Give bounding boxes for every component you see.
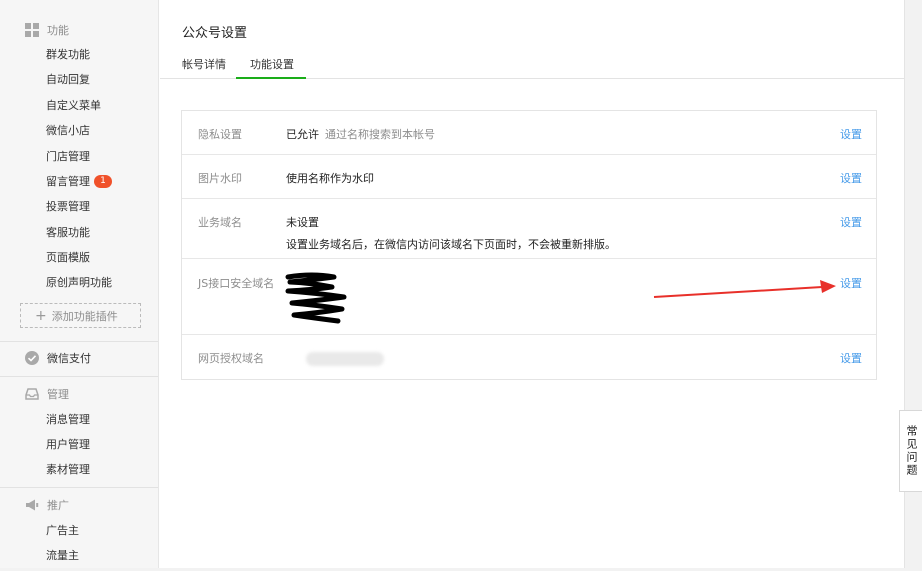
active-tab-indicator (236, 77, 306, 79)
tab-account-details[interactable]: 帐号详情 (182, 56, 226, 72)
privacy-settings-link[interactable]: 设置 (840, 126, 862, 142)
add-plugin-button[interactable]: + 添加功能插件 (20, 303, 141, 328)
row-label: JS接口安全域名 (198, 277, 275, 290)
plus-icon: + (35, 307, 47, 324)
main-content: 公众号设置 帐号详情 功能设置 隐私设置 已允许 通过名称搜索到本帐号 设置 图片… (160, 0, 904, 568)
sidebar-item-voting[interactable]: 投票管理 (46, 196, 90, 216)
row-label: 图片水印 (198, 172, 242, 185)
page-title: 公众号设置 (182, 26, 248, 41)
row-value: 已允许 通过名称搜索到本帐号 (286, 128, 435, 141)
sidebar-item-wechat-store[interactable]: 微信小店 (46, 120, 90, 140)
redaction-blur (306, 352, 384, 366)
sidebar-item-customer-service[interactable]: 客服功能 (46, 222, 90, 242)
sidebar-group-management: 管理 (0, 383, 158, 405)
faq-tab[interactable]: 常见问题 (899, 410, 922, 492)
sidebar-item-comments[interactable]: 留言管理 1 (46, 171, 112, 191)
sidebar-item-users[interactable]: 用户管理 (46, 434, 90, 454)
settings-row-business-domain: 业务域名 未设置 设置业务域名后，在微信内访问该域名下页面时，不会被重新排版。 … (182, 199, 876, 259)
sidebar-group-promotion: 推广 (0, 494, 158, 516)
row-value: 未设置 设置业务域名后，在微信内访问该域名下页面时，不会被重新排版。 (286, 216, 616, 251)
row-label: 业务域名 (198, 216, 242, 229)
sidebar-item-advertiser[interactable]: 广告主 (46, 520, 79, 540)
sidebar-group-features: 功能 (0, 19, 158, 41)
sidebar-divider (0, 487, 158, 488)
settings-table: 隐私设置 已允许 通过名称搜索到本帐号 设置 图片水印 使用名称作为水印 设置 业… (181, 110, 877, 380)
notification-badge: 1 (94, 174, 112, 188)
megaphone-icon (25, 498, 39, 512)
row-value: 使用名称作为水印 (286, 172, 374, 185)
sidebar-divider (0, 376, 158, 377)
annotation-arrow (653, 280, 836, 298)
settings-row-watermark: 图片水印 使用名称作为水印 设置 (182, 155, 876, 199)
js-domain-settings-link[interactable]: 设置 (840, 275, 862, 291)
row-label: 隐私设置 (198, 128, 242, 141)
settings-row-oauth-domain: 网页授权域名 设置 (182, 335, 876, 379)
inbox-icon (25, 387, 39, 401)
redaction-scribble (285, 272, 347, 324)
sidebar-item-mass-send[interactable]: 群发功能 (46, 44, 90, 64)
sidebar-item-materials[interactable]: 素材管理 (46, 459, 90, 479)
row-description: 设置业务域名后，在微信内访问该域名下页面时，不会被重新排版。 (286, 238, 616, 251)
row-hint: 通过名称搜索到本帐号 (325, 128, 435, 141)
sidebar-item-original-declaration[interactable]: 原创声明功能 (46, 272, 112, 292)
business-domain-settings-link[interactable]: 设置 (840, 214, 862, 230)
sidebar-item-messages[interactable]: 消息管理 (46, 409, 90, 429)
wechat-pay-icon (25, 351, 39, 365)
sidebar-item-wechat-pay[interactable]: 微信支付 (0, 347, 158, 369)
sidebar-item-store-management[interactable]: 门店管理 (46, 146, 90, 166)
tab-feature-settings[interactable]: 功能设置 (250, 56, 294, 72)
settings-row-privacy: 隐私设置 已允许 通过名称搜索到本帐号 设置 (182, 111, 876, 155)
oauth-domain-settings-link[interactable]: 设置 (840, 350, 862, 366)
watermark-settings-link[interactable]: 设置 (840, 170, 862, 186)
sidebar-item-page-templates[interactable]: 页面模版 (46, 247, 90, 267)
app-frame: 功能 群发功能 自动回复 自定义菜单 微信小店 门店管理 留言管理 1 投票管理… (0, 0, 905, 568)
sidebar: 功能 群发功能 自动回复 自定义菜单 微信小店 门店管理 留言管理 1 投票管理… (0, 0, 159, 568)
row-label: 网页授权域名 (198, 352, 264, 365)
grid-icon (25, 23, 39, 37)
sidebar-item-auto-reply[interactable]: 自动回复 (46, 69, 90, 89)
sidebar-divider (0, 341, 158, 342)
sidebar-item-traffic-owner[interactable]: 流量主 (46, 545, 79, 565)
tab-bar: 帐号详情 功能设置 (160, 48, 904, 79)
sidebar-item-custom-menu[interactable]: 自定义菜单 (46, 95, 101, 115)
